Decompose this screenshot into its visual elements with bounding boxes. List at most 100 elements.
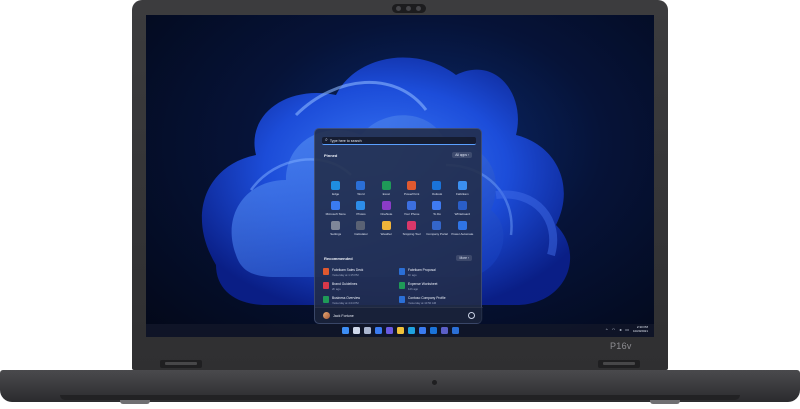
app-label: Microsoft Store xyxy=(325,212,346,216)
pinned-app[interactable]: Edge xyxy=(323,181,348,196)
pinned-app[interactable]: Calculator xyxy=(348,221,373,236)
recommended-list: Fabrikam Sales Deck Yesterday at 1:15 PM F… xyxy=(323,268,475,305)
recommended-name: Fabrikam Proposal xyxy=(408,268,436,272)
volume-icon[interactable]: ◂ xyxy=(619,327,621,332)
wifi-icon[interactable]: ◠ xyxy=(612,327,616,332)
taskbar: ^ ◠ ◂ ▭ 2:30 PM 10/20/2021 xyxy=(146,324,654,337)
recommended-item[interactable]: Contoso Company Profile Yesterday at 10:5… xyxy=(399,296,475,305)
app-label: Power Automate xyxy=(451,232,474,236)
store-icon[interactable] xyxy=(418,327,426,334)
lid-notch xyxy=(432,380,437,385)
pinned-app[interactable]: Your Phone xyxy=(399,201,424,216)
pinned-app[interactable]: Photos xyxy=(348,201,373,216)
pinned-app[interactable]: Power Automate xyxy=(450,221,475,236)
app-icon xyxy=(407,221,417,230)
recommended-item[interactable]: Expense Worksheet 12h ago xyxy=(399,282,475,291)
document-icon xyxy=(323,282,329,289)
recommended-time: 12h ago xyxy=(408,287,419,291)
clock[interactable]: 2:30 PM 10/20/2021 xyxy=(632,325,648,333)
start-menu: ⌕ Type here to search Pinned All apps › … xyxy=(314,128,483,324)
pinned-app[interactable]: OneNote xyxy=(374,201,399,216)
recommended-item[interactable]: Fabrikam Sales Deck Yesterday at 1:15 PM xyxy=(323,268,399,277)
all-apps-button[interactable]: All apps › xyxy=(452,152,472,158)
pinned-app[interactable]: Word xyxy=(348,181,373,196)
recommended-item[interactable]: Business Overview Yesterday at 4:24 PM xyxy=(323,296,399,305)
document-icon xyxy=(399,296,405,303)
app-icon xyxy=(331,201,341,210)
webcam xyxy=(392,4,426,13)
app-label: PowerPoint xyxy=(403,192,420,196)
app-label: Weather xyxy=(380,232,392,236)
app-icon xyxy=(356,221,366,230)
more-button[interactable]: More › xyxy=(456,255,472,261)
app-icon xyxy=(432,221,442,230)
app-icon xyxy=(331,221,341,230)
foot-right xyxy=(650,400,680,404)
recommended-item[interactable]: Brand Guidelines 2h ago xyxy=(323,282,399,291)
outlook-icon[interactable] xyxy=(429,327,437,334)
pinned-title: Pinned xyxy=(324,153,338,158)
start-search-box[interactable]: ⌕ Type here to search xyxy=(322,137,476,145)
pinned-app[interactable]: Fabrikam xyxy=(450,181,475,196)
system-tray: ^ ◠ ◂ ▭ 2:30 PM 10/20/2021 xyxy=(606,325,648,333)
document-icon xyxy=(323,296,329,303)
pinned-app[interactable]: Microsoft Store xyxy=(323,201,348,216)
pinned-app[interactable]: Excel xyxy=(374,181,399,196)
task-view-icon[interactable] xyxy=(363,327,371,334)
app-label: Your Phone xyxy=(403,212,420,216)
app-label: Outlook xyxy=(431,192,443,196)
app-icon xyxy=(407,201,417,210)
edge-icon[interactable] xyxy=(407,327,415,334)
clock-date: 10/20/2021 xyxy=(632,328,648,333)
pinned-app[interactable]: Whiteboard xyxy=(450,201,475,216)
recommended-time: Yesterday at 1:15 PM xyxy=(332,273,359,277)
app-label: Edge xyxy=(332,192,340,196)
pinned-app[interactable]: To Do xyxy=(424,201,449,216)
recommended-name: Contoso Company Profile xyxy=(408,296,446,300)
app-label: OneNote xyxy=(380,212,393,216)
power-icon[interactable] xyxy=(468,312,475,319)
recommended-name: Brand Guidelines xyxy=(332,282,358,286)
pinned-app[interactable]: PowerPoint xyxy=(399,181,424,196)
chat-icon[interactable] xyxy=(385,327,393,334)
app-label: Settings xyxy=(330,232,342,236)
app-label: Calculator xyxy=(354,232,368,236)
word-icon[interactable] xyxy=(451,327,459,334)
file-explorer-icon[interactable] xyxy=(396,327,404,334)
app-icon xyxy=(356,181,366,190)
taskbar-icons xyxy=(341,327,459,334)
pinned-app[interactable]: Snipping Tool xyxy=(399,221,424,236)
app-label: Fabrikam xyxy=(456,192,469,196)
hinge-right xyxy=(598,360,640,368)
user-bar: Jack Fortune xyxy=(315,307,483,323)
app-icon xyxy=(381,201,391,210)
recommended-item[interactable]: Fabrikam Proposal 1h ago xyxy=(399,268,475,277)
teams-icon[interactable] xyxy=(440,327,448,334)
pinned-app[interactable]: Settings xyxy=(323,221,348,236)
windows-start-icon[interactable] xyxy=(341,327,349,334)
recommended-name: Business Overview xyxy=(332,296,361,300)
base-lip xyxy=(60,395,740,400)
app-icon xyxy=(331,181,341,190)
search-icon[interactable] xyxy=(352,327,360,334)
pinned-app[interactable]: Outlook xyxy=(424,181,449,196)
widgets-icon[interactable] xyxy=(374,327,382,334)
search-placeholder: Type here to search xyxy=(329,138,362,143)
pinned-app[interactable]: Weather xyxy=(374,221,399,236)
user-account[interactable]: Jack Fortune xyxy=(323,312,354,319)
battery-icon[interactable]: ▭ xyxy=(625,327,629,332)
laptop-screen: ⌕ Type here to search Pinned All apps › … xyxy=(146,15,654,337)
document-icon xyxy=(399,282,405,289)
recommended-time: 1h ago xyxy=(408,273,417,277)
app-label: Snipping Tool xyxy=(402,232,421,236)
foot-left xyxy=(120,400,150,404)
app-icon xyxy=(432,181,442,190)
chevron-up-icon[interactable]: ^ xyxy=(606,327,608,332)
app-label: To Do xyxy=(433,212,441,216)
pinned-app[interactable]: Company Portal xyxy=(424,221,449,236)
hinge-left xyxy=(160,360,202,368)
document-icon xyxy=(399,268,405,275)
document-icon xyxy=(323,268,329,275)
recommended-name: Expense Worksheet xyxy=(408,282,438,286)
app-icon xyxy=(381,221,391,230)
